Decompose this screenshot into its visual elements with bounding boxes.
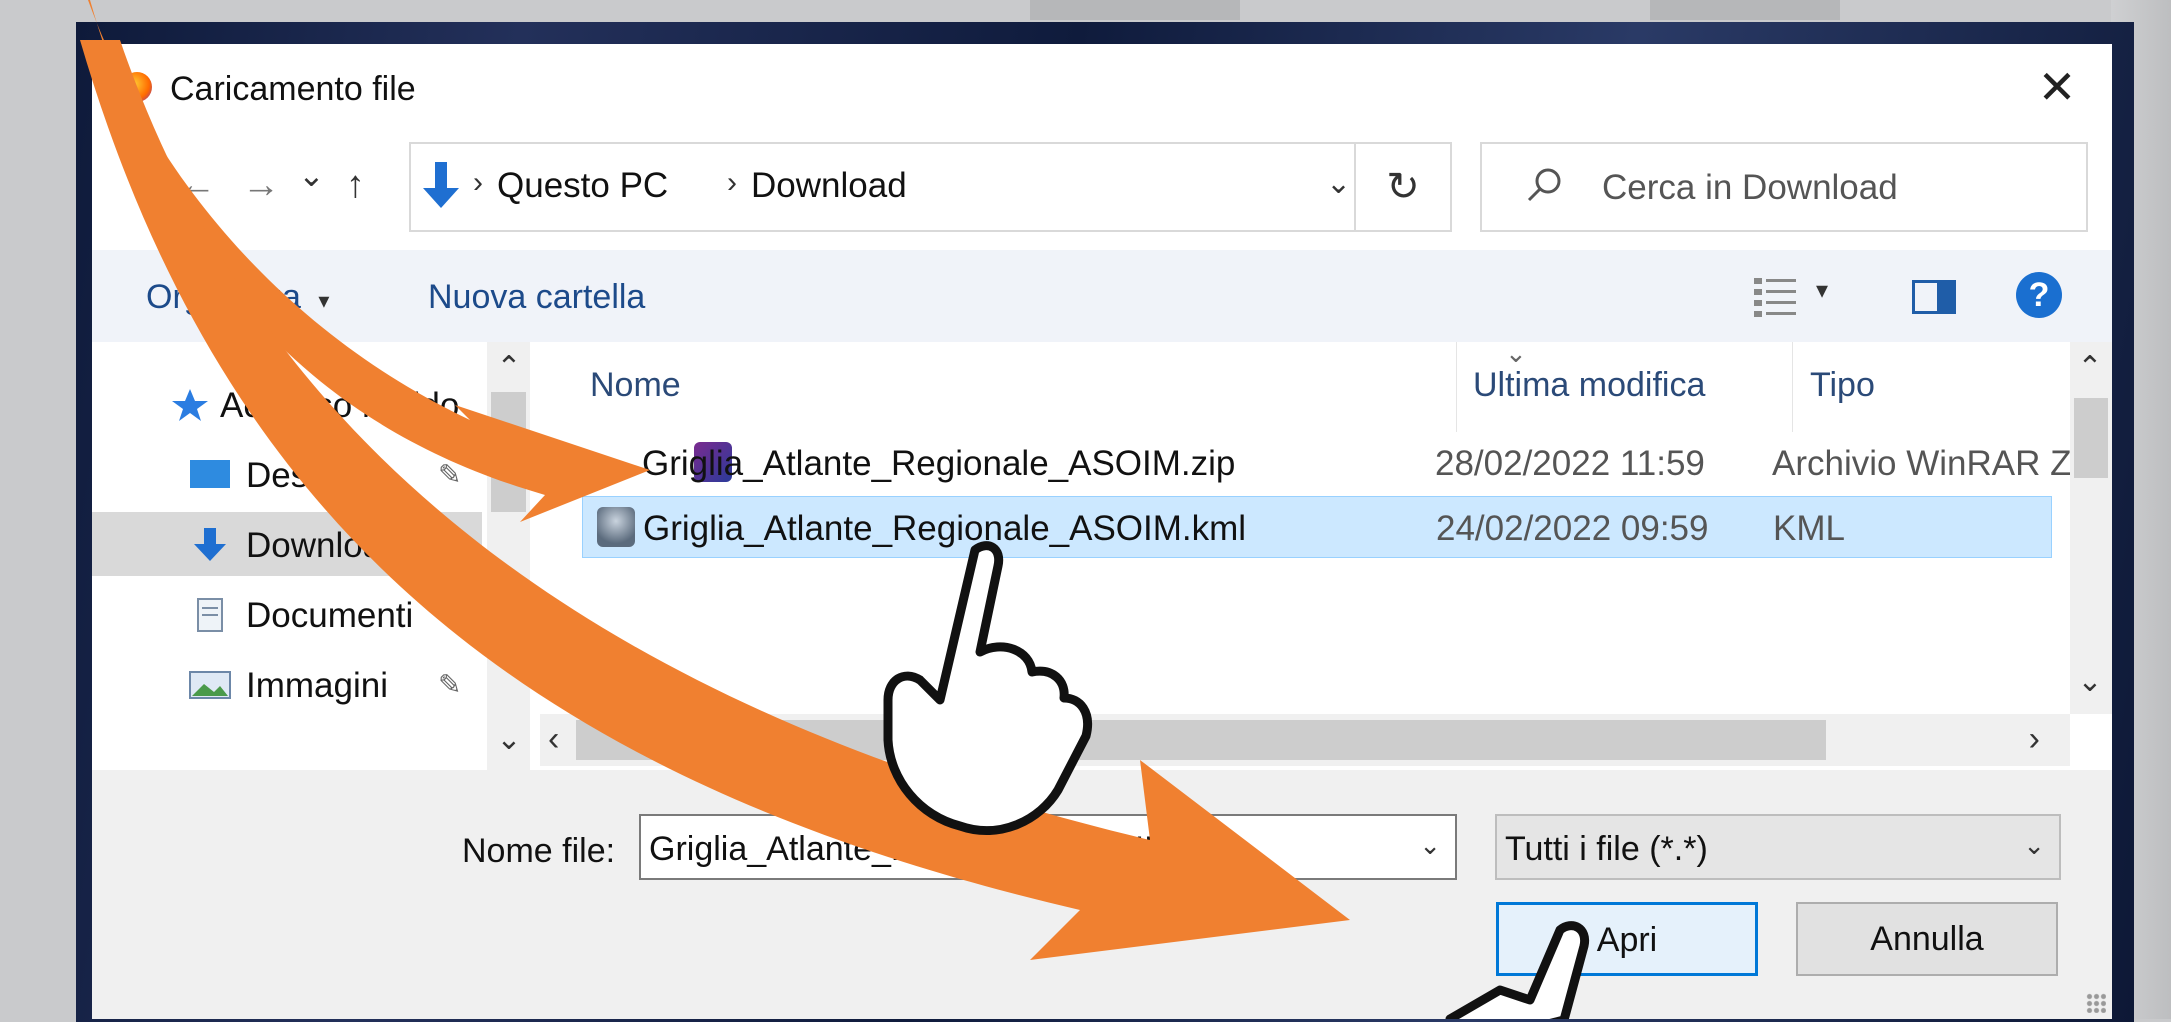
search-box[interactable]: Cerca in Download (1480, 142, 2088, 232)
scrollbar-thumb[interactable] (576, 720, 1826, 760)
column-divider (1456, 342, 1457, 432)
file-modified: 24/02/2022 09:59 (1436, 509, 1709, 548)
pin-icon: ✎ (438, 459, 462, 490)
nav-item-desktop[interactable]: Desktop ✎ (92, 442, 482, 506)
nav-item-label: Download (246, 526, 402, 565)
open-button[interactable]: Apri (1496, 902, 1758, 976)
scrollbar-thumb[interactable] (491, 392, 526, 512)
preview-pane-icon[interactable] (1912, 280, 1956, 314)
help-icon[interactable]: ? (2016, 272, 2062, 318)
scrollbar-thumb[interactable] (2074, 398, 2108, 478)
pictures-icon (189, 671, 231, 699)
filename-label: Nome file: (462, 832, 616, 870)
filetype-dropdown-icon[interactable]: ⌄ (2023, 830, 2045, 861)
filename-dropdown-icon[interactable]: ⌄ (1419, 830, 1441, 861)
view-dropdown-icon[interactable]: ▾ (1816, 276, 1828, 305)
scroll-down-icon[interactable]: ⌄ (2074, 664, 2106, 699)
view-options-icon[interactable] (1752, 276, 1798, 318)
kml-file-icon (597, 507, 635, 547)
address-dropdown-icon[interactable]: ⌄ (1326, 166, 1351, 201)
file-list-vertical-scrollbar[interactable]: ⌃ ⌄ (2070, 342, 2112, 714)
nav-item-label: Accesso rapido (220, 386, 460, 425)
back-button[interactable]: ← (178, 164, 216, 207)
up-button[interactable]: ↑ (346, 164, 365, 207)
pin-icon: ✎ (438, 599, 462, 630)
cancel-button[interactable]: Annulla (1796, 902, 2058, 976)
file-list-pane: ⌄ Nome Ultima modifica Tipo Griglia_Atla… (530, 338, 2112, 770)
breadcrumb-separator: › (473, 166, 483, 199)
column-header-modified[interactable]: Ultima modifica (1473, 366, 1705, 405)
organize-button[interactable]: Organizza ▾ (146, 278, 329, 317)
download-arrow-icon (423, 162, 459, 208)
background-stripe (1650, 0, 1840, 20)
nav-pane-scrollbar[interactable]: ⌃ ⌄ (487, 342, 530, 770)
file-type: Archivio WinRAR ZIP (1772, 444, 2105, 483)
organize-caret-icon: ▾ (318, 288, 330, 313)
background-stripe (1030, 0, 1240, 20)
resize-grip-icon[interactable] (2086, 993, 2106, 1013)
star-icon (172, 389, 208, 421)
file-row[interactable]: Griglia_Atlante_Regionale_ASOIM.zip 28/0… (642, 432, 2105, 494)
file-name: Griglia_Atlante_Regionale_ASOIM.kml (643, 509, 1247, 548)
scroll-up-icon[interactable]: ⌃ (2074, 350, 2106, 385)
column-header-name[interactable]: Nome (590, 366, 681, 405)
new-folder-button[interactable]: Nuova cartella (428, 278, 645, 317)
recent-locations-button[interactable]: ⌄ (298, 156, 325, 194)
filetype-select[interactable]: Tutti i file (*.*) ⌄ (1495, 814, 2061, 880)
nav-item-label: Immagini (246, 666, 388, 705)
desktop-icon (190, 460, 230, 488)
scroll-left-icon[interactable]: ‹ (548, 720, 559, 759)
breadcrumb-this-pc[interactable]: Questo PC (497, 166, 668, 206)
file-open-dialog: Caricamento file ✕ ← → ⌄ ↑ › Questo PC ›… (92, 44, 2112, 1019)
firefox-icon (122, 72, 152, 102)
column-divider (1792, 342, 1793, 432)
download-icon (194, 528, 226, 561)
navigation-pane: Accesso rapido Desktop ✎ Download Docume… (92, 342, 530, 770)
search-icon (1527, 168, 1561, 202)
command-toolbar: Organizza ▾ Nuova cartella ▾ ? (92, 250, 2112, 342)
file-type: KML (1773, 509, 1845, 548)
forward-button[interactable]: → (242, 164, 280, 207)
file-modified: 28/02/2022 11:59 (1435, 444, 1705, 483)
documents-icon (197, 598, 223, 632)
dialog-title: Caricamento file (170, 70, 416, 108)
close-button[interactable]: ✕ (2032, 62, 2082, 112)
scroll-right-icon[interactable]: › (2029, 720, 2040, 759)
filetype-value: Tutti i file (*.*) (1505, 830, 1708, 868)
filename-value: Griglia_Atlante_Regionale_ASOIM.kml (649, 830, 1235, 868)
filename-input[interactable]: Griglia_Atlante_Regionale_ASOIM.kml ⌄ (639, 814, 1457, 880)
scroll-down-icon[interactable]: ⌄ (493, 722, 525, 757)
pin-icon: ✎ (438, 669, 462, 700)
refresh-button[interactable]: ↻ (1354, 142, 1452, 232)
address-bar[interactable]: › Questo PC › Download ⌄ (409, 142, 1364, 232)
sort-indicator-icon: ⌄ (1505, 338, 1527, 368)
nav-item-label: Documenti (246, 596, 414, 635)
title-bar: Caricamento file ✕ (92, 44, 2112, 132)
organize-label: Organizza (146, 278, 301, 316)
file-list-horizontal-scrollbar[interactable]: ‹ › (540, 714, 2070, 766)
breadcrumb-separator: › (727, 166, 737, 199)
breadcrumb-download[interactable]: Download (751, 166, 907, 206)
nav-item-pictures[interactable]: Immagini ✎ (92, 652, 482, 716)
scroll-up-icon[interactable]: ⌃ (493, 350, 525, 385)
file-row-selected[interactable]: Griglia_Atlante_Regionale_ASOIM.kml 24/0… (582, 496, 2052, 558)
search-placeholder: Cerca in Download (1602, 168, 1898, 207)
column-header-type[interactable]: Tipo (1810, 366, 1875, 405)
file-name: Griglia_Atlante_Regionale_ASOIM.zip (642, 444, 1236, 483)
nav-item-quick-access[interactable]: Accesso rapido (92, 372, 482, 436)
dialog-footer: Nome file: Griglia_Atlante_Regionale_ASO… (92, 770, 2112, 1019)
nav-item-label: Desktop (246, 456, 375, 495)
nav-item-download[interactable]: Download (92, 512, 482, 576)
nav-item-documents[interactable]: Documenti ✎ (92, 582, 482, 646)
